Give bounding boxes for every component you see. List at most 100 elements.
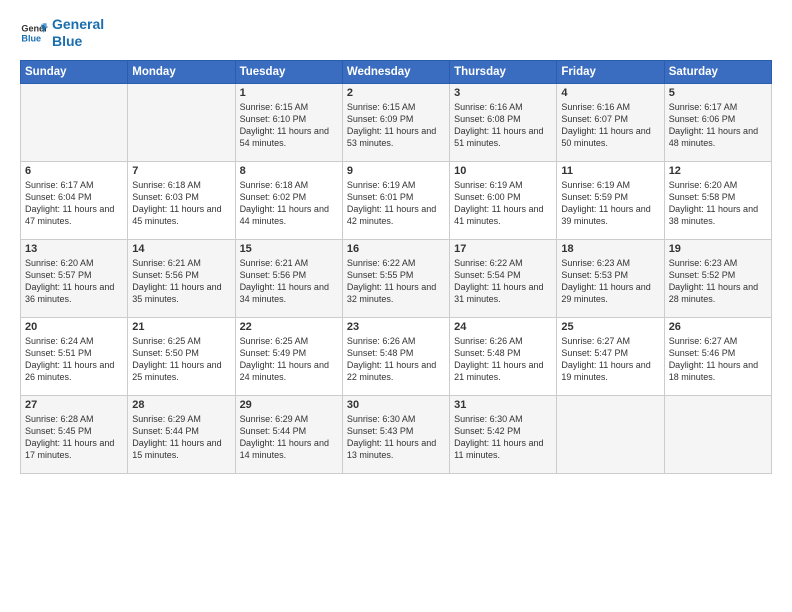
calendar-cell: 8Sunrise: 6:18 AMSunset: 6:02 PMDaylight… [235,161,342,239]
day-number: 14 [132,243,230,255]
cell-info: Sunrise: 6:23 AMSunset: 5:53 PMDaylight:… [561,257,659,306]
cell-info: Sunrise: 6:22 AMSunset: 5:55 PMDaylight:… [347,257,445,306]
day-number: 23 [347,321,445,333]
day-number: 18 [561,243,659,255]
cell-info: Sunrise: 6:19 AMSunset: 6:01 PMDaylight:… [347,179,445,228]
day-number: 31 [454,399,552,411]
day-number: 15 [240,243,338,255]
calendar-cell: 30 Sunrise: 6:30 AMSunset: 5:43 PMDayligh… [342,395,449,473]
cell-info: Sunrise: 6:30 AMSunset: 5:43 PMDaylight:… [347,413,445,462]
calendar-cell: 17Sunrise: 6:22 AMSunset: 5:54 PMDayligh… [450,239,557,317]
header-monday: Monday [128,60,235,83]
calendar-cell: 20Sunrise: 6:24 AMSunset: 5:51 PMDayligh… [21,317,128,395]
cell-info: Sunrise: 6:17 AMSunset: 6:04 PMDaylight:… [25,179,123,228]
calendar-header-row: SundayMondayTuesdayWednesdayThursdayFrid… [21,60,772,83]
day-number: 13 [25,243,123,255]
calendar-cell [128,83,235,161]
day-number: 5 [669,87,767,99]
day-number: 7 [132,165,230,177]
cell-info: Sunrise: 6:15 AMSunset: 6:09 PMDaylight:… [347,101,445,150]
calendar-table: SundayMondayTuesdayWednesdayThursdayFrid… [20,60,772,474]
day-number: 9 [347,165,445,177]
calendar-week-1: 1 Sunrise: 6:15 AMSunset: 6:10 PMDaylight… [21,83,772,161]
cell-info: Sunrise: 6:16 AMSunset: 6:07 PMDaylight:… [561,101,659,150]
day-number: 11 [561,165,659,177]
header-wednesday: Wednesday [342,60,449,83]
day-number: 8 [240,165,338,177]
calendar-week-3: 13 Sunrise: 6:20 AMSunset: 5:57 PMDayligh… [21,239,772,317]
header: General Blue GeneralBlue [20,16,772,50]
day-number: 20 [25,321,123,333]
day-number: 19 [669,243,767,255]
logo: General Blue GeneralBlue [20,16,104,50]
day-number: 2 [347,87,445,99]
calendar-week-5: 27 Sunrise: 6:28 AMSunset: 5:45 PMDayligh… [21,395,772,473]
day-number: 26 [669,321,767,333]
cell-info: Sunrise: 6:26 AMSunset: 5:48 PMDaylight:… [454,335,552,384]
cell-info: Sunrise: 6:30 AMSunset: 5:42 PMDaylight:… [454,413,552,462]
calendar-cell: 22 Sunrise: 6:25 AMSunset: 5:49 PMDayligh… [235,317,342,395]
cell-info: Sunrise: 6:28 AMSunset: 5:45 PMDaylight:… [25,413,123,462]
calendar-cell: 2 Sunrise: 6:15 AMSunset: 6:09 PMDaylight… [342,83,449,161]
day-number: 1 [240,87,338,99]
cell-info: Sunrise: 6:25 AMSunset: 5:50 PMDaylight:… [132,335,230,384]
calendar-cell [21,83,128,161]
header-saturday: Saturday [664,60,771,83]
day-number: 12 [669,165,767,177]
calendar-cell: 10Sunrise: 6:19 AMSunset: 6:00 PMDayligh… [450,161,557,239]
calendar-cell: 15 Sunrise: 6:21 AMSunset: 5:56 PMDayligh… [235,239,342,317]
calendar-cell: 14 Sunrise: 6:21 AMSunset: 5:56 PMDayligh… [128,239,235,317]
day-number: 27 [25,399,123,411]
cell-info: Sunrise: 6:18 AMSunset: 6:03 PMDaylight:… [132,179,230,228]
day-number: 22 [240,321,338,333]
logo-icon: General Blue [20,19,48,47]
cell-info: Sunrise: 6:29 AMSunset: 5:44 PMDaylight:… [132,413,230,462]
cell-info: Sunrise: 6:27 AMSunset: 5:47 PMDaylight:… [561,335,659,384]
cell-info: Sunrise: 6:15 AMSunset: 6:10 PMDaylight:… [240,101,338,150]
svg-text:Blue: Blue [21,33,41,43]
calendar-cell: 18 Sunrise: 6:23 AMSunset: 5:53 PMDayligh… [557,239,664,317]
calendar-cell: 31 Sunrise: 6:30 AMSunset: 5:42 PMDayligh… [450,395,557,473]
cell-info: Sunrise: 6:25 AMSunset: 5:49 PMDaylight:… [240,335,338,384]
cell-info: Sunrise: 6:20 AMSunset: 5:58 PMDaylight:… [669,179,767,228]
calendar-cell: 9 Sunrise: 6:19 AMSunset: 6:01 PMDaylight… [342,161,449,239]
calendar-cell: 7 Sunrise: 6:18 AMSunset: 6:03 PMDaylight… [128,161,235,239]
header-sunday: Sunday [21,60,128,83]
calendar-cell: 19Sunrise: 6:23 AMSunset: 5:52 PMDayligh… [664,239,771,317]
day-number: 6 [25,165,123,177]
day-number: 10 [454,165,552,177]
day-number: 24 [454,321,552,333]
cell-info: Sunrise: 6:21 AMSunset: 5:56 PMDaylight:… [240,257,338,306]
day-number: 25 [561,321,659,333]
day-number: 21 [132,321,230,333]
calendar-cell: 12 Sunrise: 6:20 AMSunset: 5:58 PMDayligh… [664,161,771,239]
calendar-cell: 13 Sunrise: 6:20 AMSunset: 5:57 PMDayligh… [21,239,128,317]
cell-info: Sunrise: 6:19 AMSunset: 5:59 PMDaylight:… [561,179,659,228]
day-number: 3 [454,87,552,99]
calendar-cell: 1 Sunrise: 6:15 AMSunset: 6:10 PMDaylight… [235,83,342,161]
calendar-cell: 27 Sunrise: 6:28 AMSunset: 5:45 PMDayligh… [21,395,128,473]
cell-info: Sunrise: 6:26 AMSunset: 5:48 PMDaylight:… [347,335,445,384]
calendar-cell: 3Sunrise: 6:16 AMSunset: 6:08 PMDaylight… [450,83,557,161]
cell-info: Sunrise: 6:27 AMSunset: 5:46 PMDaylight:… [669,335,767,384]
cell-info: Sunrise: 6:20 AMSunset: 5:57 PMDaylight:… [25,257,123,306]
day-number: 16 [347,243,445,255]
calendar-cell: 24 Sunrise: 6:26 AMSunset: 5:48 PMDayligh… [450,317,557,395]
calendar-cell: 25 Sunrise: 6:27 AMSunset: 5:47 PMDayligh… [557,317,664,395]
day-number: 29 [240,399,338,411]
calendar-cell: 23 Sunrise: 6:26 AMSunset: 5:48 PMDayligh… [342,317,449,395]
header-friday: Friday [557,60,664,83]
calendar-cell: 26 Sunrise: 6:27 AMSunset: 5:46 PMDayligh… [664,317,771,395]
calendar-cell [664,395,771,473]
cell-info: Sunrise: 6:21 AMSunset: 5:56 PMDaylight:… [132,257,230,306]
calendar-cell: 29Sunrise: 6:29 AMSunset: 5:44 PMDayligh… [235,395,342,473]
calendar-cell: 21 Sunrise: 6:25 AMSunset: 5:50 PMDayligh… [128,317,235,395]
day-number: 30 [347,399,445,411]
calendar-cell: 4Sunrise: 6:16 AMSunset: 6:07 PMDaylight… [557,83,664,161]
cell-info: Sunrise: 6:17 AMSunset: 6:06 PMDaylight:… [669,101,767,150]
header-tuesday: Tuesday [235,60,342,83]
day-number: 17 [454,243,552,255]
calendar-week-4: 20Sunrise: 6:24 AMSunset: 5:51 PMDayligh… [21,317,772,395]
calendar-cell: 28 Sunrise: 6:29 AMSunset: 5:44 PMDayligh… [128,395,235,473]
day-number: 28 [132,399,230,411]
